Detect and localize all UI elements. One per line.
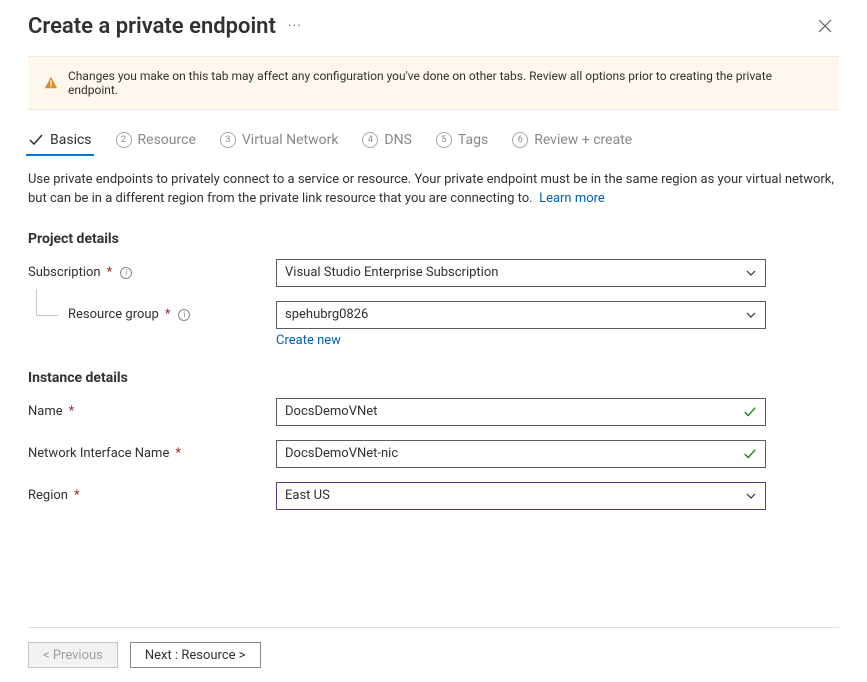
learn-more-link[interactable]: Learn more	[539, 191, 605, 206]
info-icon[interactable]: i	[120, 267, 132, 279]
step-number-icon: 3	[220, 132, 236, 148]
section-instance-details: Instance details	[28, 370, 839, 386]
chevron-down-icon	[745, 490, 757, 502]
nic-name-input[interactable]: DocsDemoVNet-nic	[276, 440, 766, 468]
description-text: Use private endpoints to privately conne…	[28, 172, 834, 206]
checkmark-icon	[28, 132, 44, 148]
step-number-icon: 5	[436, 132, 452, 148]
tab-virtual-network[interactable]: 3 Virtual Network	[220, 132, 339, 154]
name-label: Name	[28, 404, 63, 419]
close-icon[interactable]	[811, 12, 839, 40]
required-indicator: *	[165, 307, 171, 322]
required-indicator: *	[107, 265, 113, 280]
resource-group-select[interactable]: spehubrg0826	[276, 301, 766, 329]
page-title: Create a private endpoint	[28, 14, 276, 39]
info-icon[interactable]: i	[178, 309, 190, 321]
resource-group-label: Resource group	[68, 307, 159, 322]
step-number-icon: 6	[512, 132, 528, 148]
tab-dns[interactable]: 4 DNS	[362, 132, 412, 154]
tab-label: Basics	[50, 132, 92, 148]
step-number-icon: 4	[362, 132, 378, 148]
more-options-ellipsis[interactable]: ···	[288, 18, 302, 34]
previous-button[interactable]: < Previous	[28, 642, 118, 668]
wizard-footer: < Previous Next : Resource >	[28, 627, 839, 668]
subscription-value: Visual Studio Enterprise Subscription	[285, 265, 498, 280]
tab-label: DNS	[384, 132, 412, 148]
resource-group-value: spehubrg0826	[285, 307, 368, 322]
wizard-tabs: Basics 2 Resource 3 Virtual Network 4 DN…	[28, 132, 839, 154]
basics-description: Use private endpoints to privately conne…	[28, 171, 839, 209]
required-indicator: *	[175, 446, 181, 461]
nic-name-value: DocsDemoVNet-nic	[285, 446, 398, 461]
next-button[interactable]: Next : Resource >	[130, 642, 261, 668]
subscription-label: Subscription	[28, 265, 101, 280]
validation-check-icon	[743, 447, 757, 461]
tab-label: Virtual Network	[242, 132, 339, 148]
validation-check-icon	[743, 405, 757, 419]
region-value: East US	[285, 488, 330, 503]
tab-resource[interactable]: 2 Resource	[116, 132, 196, 154]
section-project-details: Project details	[28, 231, 839, 247]
required-indicator: *	[74, 488, 80, 503]
chevron-down-icon	[745, 267, 757, 279]
tab-label: Resource	[138, 132, 196, 148]
tab-basics[interactable]: Basics	[28, 132, 92, 154]
name-value: DocsDemoVNet	[285, 404, 377, 419]
warning-banner-text: Changes you make on this tab may affect …	[68, 69, 823, 97]
tab-label: Tags	[458, 132, 488, 148]
required-indicator: *	[69, 404, 75, 419]
tab-label: Review + create	[534, 132, 632, 148]
region-label: Region	[28, 488, 68, 503]
name-input[interactable]: DocsDemoVNet	[276, 398, 766, 426]
warning-banner: Changes you make on this tab may affect …	[28, 56, 839, 110]
chevron-down-icon	[745, 309, 757, 321]
step-number-icon: 2	[116, 132, 132, 148]
tab-tags[interactable]: 5 Tags	[436, 132, 488, 154]
nic-name-label: Network Interface Name	[28, 446, 169, 461]
create-new-resource-group-link[interactable]: Create new	[276, 333, 341, 348]
subscription-select[interactable]: Visual Studio Enterprise Subscription	[276, 259, 766, 287]
region-select[interactable]: East US	[276, 482, 766, 510]
warning-icon	[44, 76, 58, 90]
tab-review-create[interactable]: 6 Review + create	[512, 132, 632, 154]
